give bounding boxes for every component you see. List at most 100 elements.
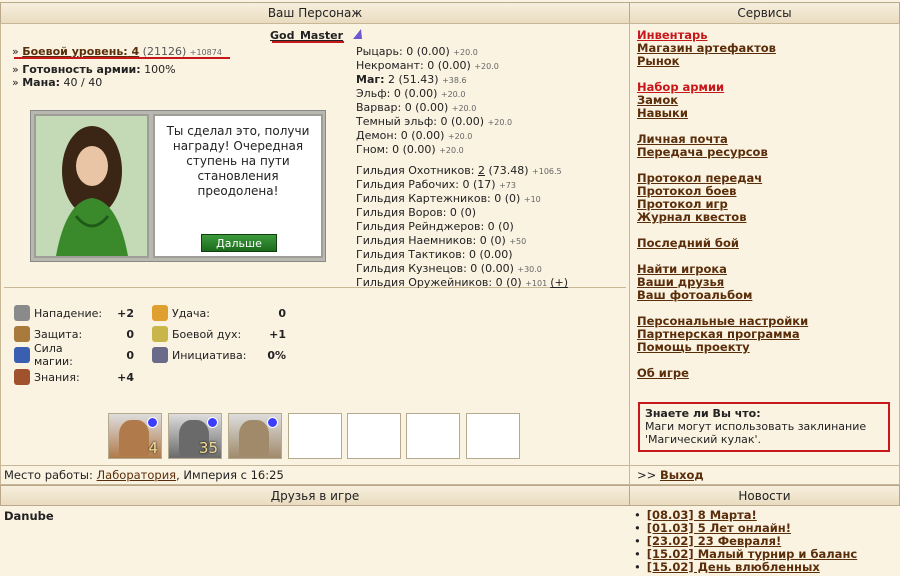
news-link[interactable]: [01.03] 5 Лет онлайн! [647,521,791,535]
service-link[interactable]: Навыки [637,106,688,120]
news-link[interactable]: [08.03] 8 Марта! [647,508,757,522]
faction-delta: +20.0 [439,146,464,155]
service-link[interactable]: Ваш фотоальбом [637,288,752,302]
guild-points: (0) [506,276,522,289]
guild-row: Гильдия Наемников: 0 (0) +50 [356,234,568,248]
army-slot[interactable] [288,413,342,459]
bullet-icon: • [634,508,641,522]
news-link[interactable]: [15.02] День влюбленных [647,560,820,574]
army-slot[interactable]: 4 [108,413,162,459]
hero-portrait [34,114,149,258]
player-name-row: God_Master [270,28,363,42]
faction-delta: +20.0 [474,62,499,71]
faction-name: Темный эльф: [356,115,437,128]
army-slot[interactable] [228,413,282,459]
army-slot[interactable] [406,413,460,459]
service-link[interactable]: Ваши друзья [637,275,724,289]
guild-row: Гильдия Рабочих: 0 (17) +73 [356,178,568,192]
service-link[interactable]: Рынок [637,54,679,68]
army-slot[interactable] [347,413,401,459]
combat-exp-next: +10874 [189,48,222,57]
service-link[interactable]: Протокол боев [637,184,736,198]
service-link[interactable]: Инвентарь [637,28,708,42]
faction-name: Варвар: [356,101,402,114]
faction-value: 0 (0.00) [400,129,445,142]
wand-icon [14,347,30,363]
guild-row: Гильдия Воров: 0 (0) [356,206,568,220]
logout-prefix: >> [637,468,657,482]
bullet-icon: • [634,547,641,561]
dialog-text: Ты сделал это, получи награду! Очередная… [166,124,310,198]
service-link[interactable]: Журнал квестов [637,210,746,224]
bullet-icon: » [12,63,19,76]
workplace-label: Место работы: [4,468,93,482]
services-header-title: Сервисы [737,6,792,20]
elf-portrait-image [36,116,147,256]
army-slot[interactable]: 35 [168,413,222,459]
guild-level: 0 [468,248,476,261]
faction-row: Рыцарь: 0 (0.00) +20.0 [356,45,512,59]
faction-row: Маг: 2 (51.43) +38.6 [356,73,512,87]
guild-name: Гильдия Тактиков: [356,248,466,261]
army-slot[interactable] [466,413,520,459]
level-underline [14,57,230,59]
guild-level[interactable]: 2 [478,164,485,177]
stat-value: 0 [126,348,134,362]
news-link[interactable]: [23.02] 23 Февраля! [647,534,781,548]
workplace-link[interactable]: Лаборатория [97,468,177,482]
stat-value: 0 [126,327,134,341]
service-link[interactable]: Протокол игр [637,197,728,211]
service-link[interactable]: Протокол передач [637,171,762,185]
friend-item[interactable]: Danube [4,509,54,523]
service-link[interactable]: Магазин артефактов [637,41,776,55]
stat-label: Сила магии: [34,342,73,368]
guild-points: (73.48) [488,164,529,177]
service-link[interactable]: Персональные настройки [637,314,808,328]
faction-delta: +20.0 [487,118,513,127]
faction-name: Некромант: [356,59,424,72]
stat-label: Знания: [34,370,80,384]
hourglass-icon [152,347,168,363]
guild-points: (0.00) [479,248,513,261]
news-link[interactable]: [15.02] Малый турнир и баланс [647,547,857,561]
friends-header-title: Друзья в игре [270,489,360,503]
service-link[interactable]: Передача ресурсов [637,145,768,159]
book-icon [14,369,30,385]
next-button[interactable]: Дальше [201,234,277,252]
guild-points: (0) [490,234,506,247]
guild-expand-link[interactable]: (+) [550,276,568,289]
service-link[interactable]: Набор армии [637,80,724,94]
faction-delta: +20.0 [451,104,477,113]
stat-row: Боевой дух: +1 [152,325,286,343]
faction-value: 0 (0.00) [392,143,436,156]
stat-row: Нападение: +2 [14,304,134,322]
stat-value: 0% [267,348,286,362]
stat-value: +1 [269,327,286,341]
service-link[interactable]: Партнерская программа [637,327,800,341]
service-link[interactable]: Последний бой [637,236,739,250]
guild-level: 0 [462,178,470,191]
guild-points: (0) [460,206,477,219]
logout-row: >> Выход [637,468,704,482]
unit-marker-icon [207,417,218,428]
character-panel-header: Ваш Персонаж [0,2,630,24]
name-underline [272,41,344,43]
guild-list: Гильдия Охотников: 2 (73.48) +106.5 Гильд… [356,164,568,290]
player-stats: » Боевой уровень: 4 (21126) +10874 » Гот… [12,45,222,89]
service-link[interactable]: Личная почта [637,132,728,146]
mana-label: Мана: [22,76,61,89]
stat-row: Защита: 0 [14,325,134,343]
guild-delta: +30.0 [517,265,542,274]
guild-row: Гильдия Тактиков: 0 (0.00) [356,248,568,262]
unit-marker-icon [147,417,158,428]
guild-name: Гильдия Охотников: [356,164,475,177]
faction-row: Демон: 0 (0.00) +20.0 [356,129,512,143]
guild-row: Гильдия Рейнджеров: 0 (0) [356,220,568,234]
service-link[interactable]: Найти игрока [637,262,727,276]
bullet-icon: • [634,534,641,548]
logout-link[interactable]: Выход [660,468,704,482]
unit-marker-icon [267,417,278,428]
service-link[interactable]: Об игре [637,366,689,380]
service-link[interactable]: Помощь проекту [637,340,750,354]
service-link[interactable]: Замок [637,93,678,107]
